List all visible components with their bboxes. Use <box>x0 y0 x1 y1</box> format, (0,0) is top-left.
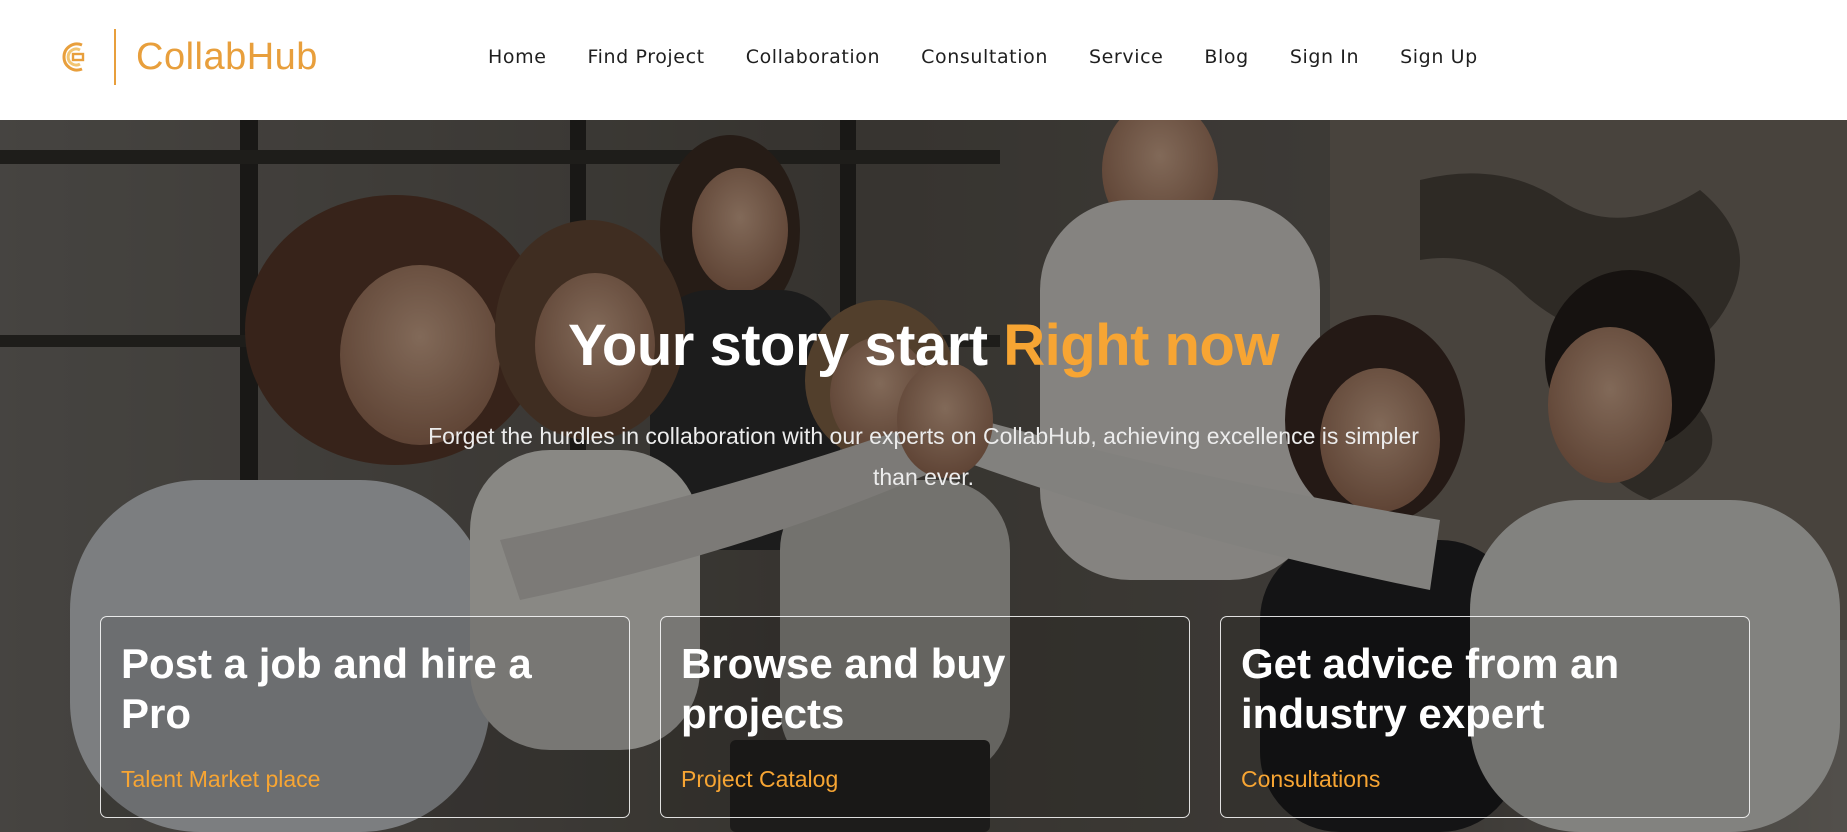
hero-cards: Post a job and hire a Pro Talent Market … <box>100 616 1750 818</box>
card-link-consultations[interactable]: Consultations <box>1241 766 1380 793</box>
nav-service[interactable]: Service <box>1089 46 1163 68</box>
card-link-talent-marketplace[interactable]: Talent Market place <box>121 766 320 793</box>
card-title: Post a job and hire a Pro <box>121 640 532 737</box>
nav-home[interactable]: Home <box>488 46 547 68</box>
nav-sign-up[interactable]: Sign Up <box>1400 46 1478 68</box>
card-link-project-catalog[interactable]: Project Catalog <box>681 766 838 793</box>
card-title: Get advice from an industry expert <box>1241 640 1620 737</box>
nav-consultation[interactable]: Consultation <box>921 46 1048 68</box>
hero-section: Your story start Right now Forget the hu… <box>0 120 1847 832</box>
brand-logo[interactable]: CollabHub <box>56 28 318 86</box>
main-nav: Home Find Project Collaboration Consulta… <box>488 46 1478 68</box>
nav-find-project[interactable]: Find Project <box>588 46 705 68</box>
card-get-advice[interactable]: Get advice from an industry expert Consu… <box>1220 616 1750 818</box>
card-post-job[interactable]: Post a job and hire a Pro Talent Market … <box>100 616 630 818</box>
hero-subtitle: Forget the hurdles in collaboration with… <box>428 423 1419 490</box>
logo-divider <box>114 29 116 85</box>
nav-collaboration[interactable]: Collaboration <box>746 46 880 68</box>
hero-title-accent: Right now <box>1003 313 1279 378</box>
card-browse-projects[interactable]: Browse and buy projects Project Catalog <box>660 616 1190 818</box>
nav-blog[interactable]: Blog <box>1204 46 1248 68</box>
hero-title: Your story start Right now <box>0 312 1847 379</box>
hero-title-main: Your story start <box>568 313 1004 378</box>
collabhub-logo-icon <box>62 42 85 72</box>
brand-name: CollabHub <box>136 35 318 78</box>
nav-sign-in[interactable]: Sign In <box>1290 46 1359 68</box>
site-header: CollabHub Home Find Project Collaboratio… <box>0 0 1847 120</box>
card-title: Browse and buy projects <box>681 640 1006 737</box>
